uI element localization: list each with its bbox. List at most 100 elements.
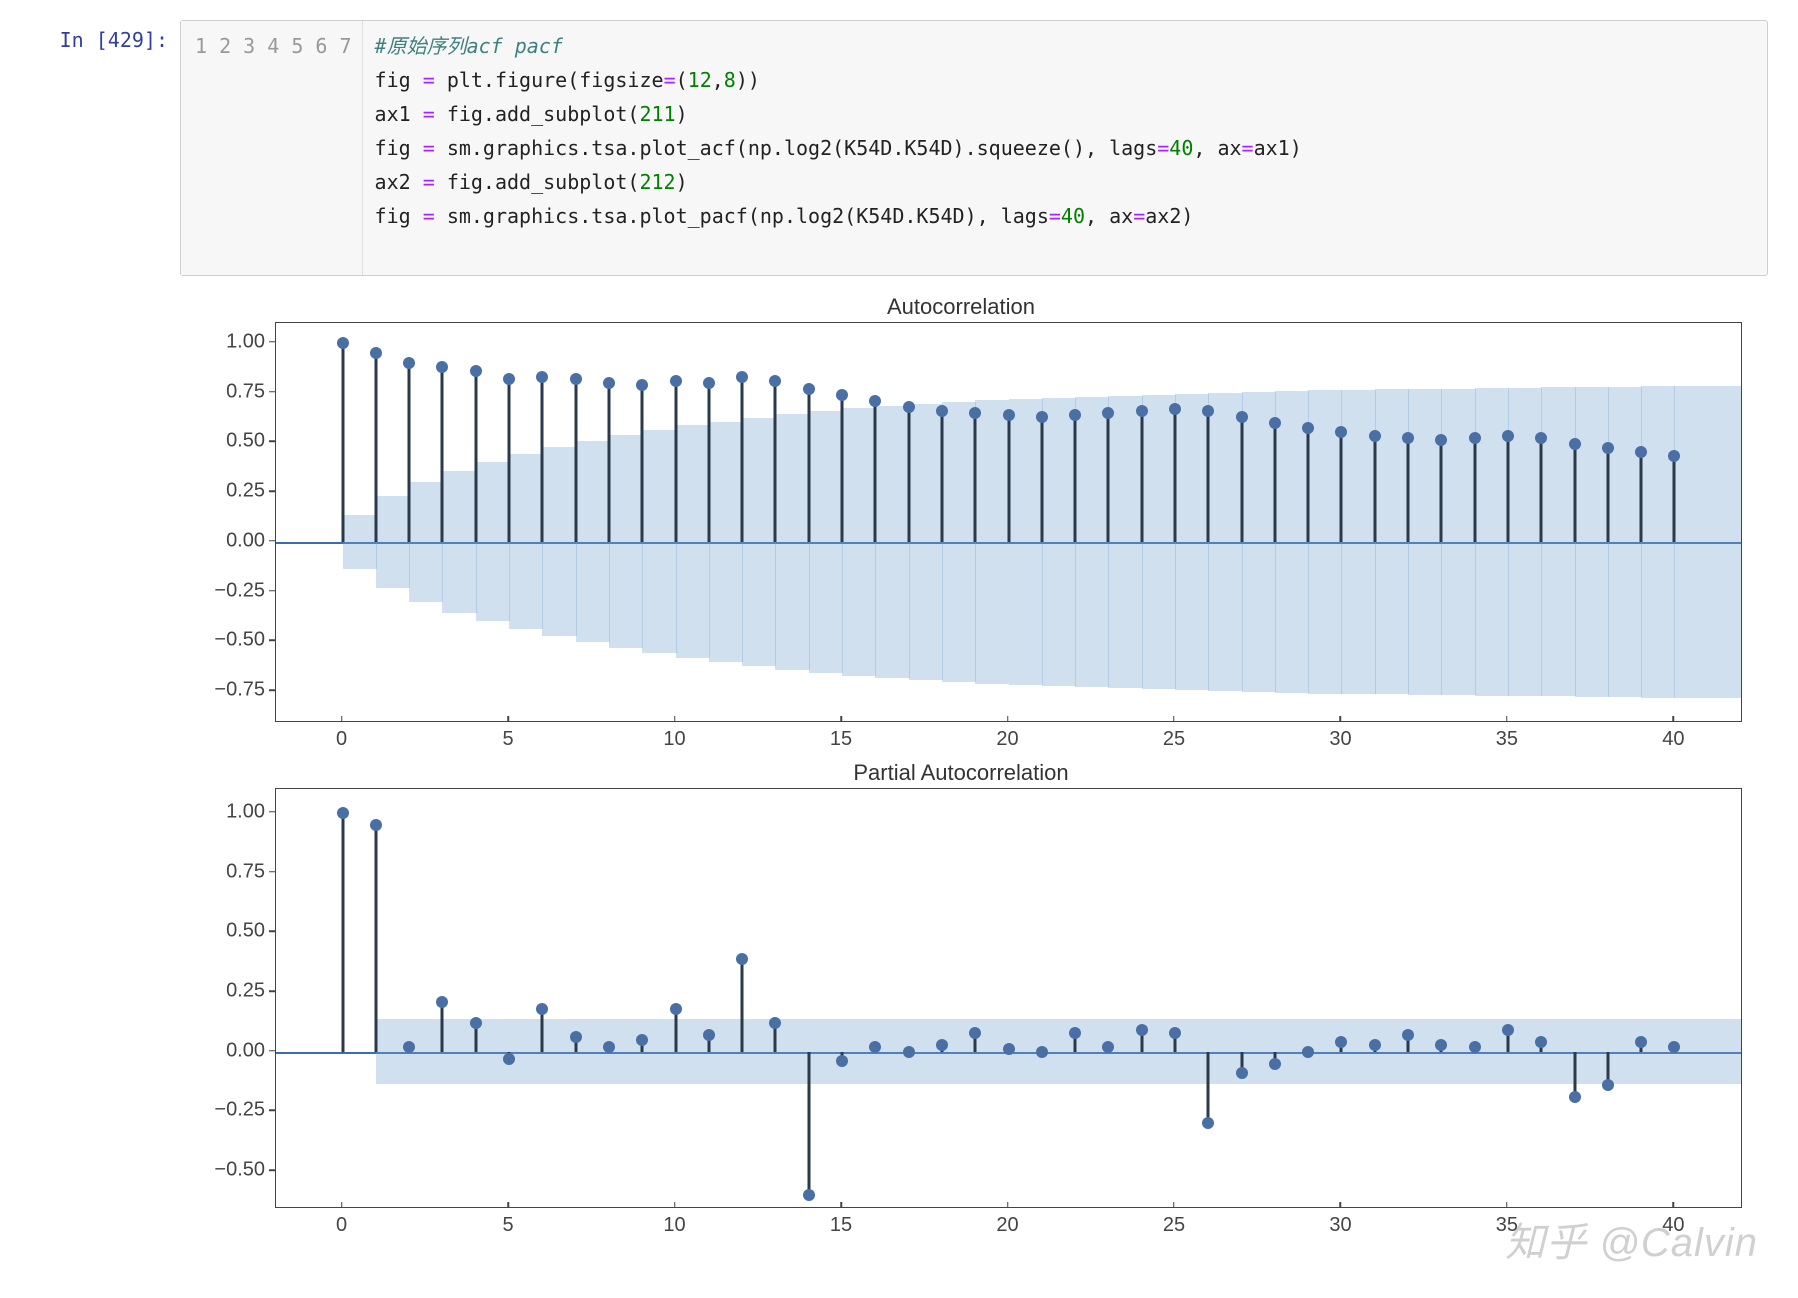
- lag-stem: [607, 383, 610, 542]
- lag-stem: [674, 1009, 677, 1052]
- y-tick-label: 0.75: [226, 380, 265, 403]
- lag-marker: [1269, 417, 1281, 429]
- x-tick-label: 10: [663, 728, 685, 751]
- y-axis: −0.75−0.50−0.250.000.250.500.751.00: [180, 322, 275, 720]
- lag-marker: [1369, 430, 1381, 442]
- lag-marker: [503, 373, 515, 385]
- lag-marker: [1102, 1041, 1114, 1053]
- lag-marker: [370, 819, 382, 831]
- lag-marker: [1602, 1079, 1614, 1091]
- lag-stem: [1273, 423, 1276, 542]
- x-tick-label: 5: [503, 1214, 514, 1237]
- lag-marker: [903, 1046, 915, 1058]
- lag-marker: [1036, 1046, 1048, 1058]
- lag-marker: [1635, 446, 1647, 458]
- lag-marker: [1502, 1024, 1514, 1036]
- lag-marker: [703, 1029, 715, 1041]
- lag-stem: [1107, 413, 1110, 542]
- y-tick-label: −0.75: [214, 679, 265, 702]
- plot-area: [275, 322, 1742, 722]
- x-tick-label: 25: [1163, 728, 1185, 751]
- lag-stem: [408, 363, 411, 542]
- lag-marker: [470, 365, 482, 377]
- lag-marker: [969, 407, 981, 419]
- x-tick-label: 20: [996, 1214, 1018, 1237]
- lag-marker: [769, 375, 781, 387]
- lag-marker: [1668, 1041, 1680, 1053]
- lag-marker: [1003, 1043, 1015, 1055]
- lag-marker: [1569, 438, 1581, 450]
- lag-marker: [536, 371, 548, 383]
- lag-stem: [1506, 436, 1509, 541]
- lag-stem: [874, 401, 877, 542]
- lag-marker: [403, 357, 415, 369]
- x-tick-label: 10: [663, 1214, 685, 1237]
- y-tick-label: 0.75: [226, 860, 265, 883]
- lag-marker: [370, 347, 382, 359]
- lag-marker: [536, 1003, 548, 1015]
- y-tick-label: −0.25: [214, 1099, 265, 1122]
- lag-marker: [337, 807, 349, 819]
- lag-marker: [470, 1017, 482, 1029]
- chart-title: Autocorrelation: [180, 294, 1742, 320]
- plot-area: [275, 788, 1742, 1208]
- lag-stem: [940, 411, 943, 542]
- pacf-chart: Partial Autocorrelation −0.50−0.250.000.…: [180, 760, 1742, 1242]
- y-tick-label: 0.25: [226, 480, 265, 503]
- code-input[interactable]: 1 2 3 4 5 6 7 #原始序列acf pacf fig = plt.fi…: [180, 20, 1768, 276]
- lag-marker: [803, 383, 815, 395]
- y-tick-label: −0.50: [214, 1159, 265, 1182]
- lag-marker: [703, 377, 715, 389]
- lag-marker: [1102, 407, 1114, 419]
- lag-marker: [670, 375, 682, 387]
- lag-stem: [741, 959, 744, 1052]
- lag-stem: [641, 385, 644, 542]
- y-tick-label: 1.00: [226, 800, 265, 823]
- x-tick-label: 20: [996, 728, 1018, 751]
- lag-marker: [1535, 432, 1547, 444]
- lag-marker: [1069, 409, 1081, 421]
- lag-marker: [1136, 1024, 1148, 1036]
- matplotlib-figure: Autocorrelation −0.75−0.50−0.250.000.250…: [180, 294, 1742, 1242]
- lag-stem: [1640, 452, 1643, 542]
- lag-marker: [1635, 1036, 1647, 1048]
- lag-stem: [541, 1009, 544, 1052]
- lag-marker: [603, 377, 615, 389]
- lag-marker: [403, 1041, 415, 1053]
- lag-marker: [636, 379, 648, 391]
- lag-marker: [1169, 403, 1181, 415]
- lag-stem: [774, 381, 777, 542]
- lag-stem: [374, 353, 377, 542]
- notebook-cell: In [429]: 1 2 3 4 5 6 7 #原始序列acf pacf fi…: [30, 20, 1768, 276]
- lag-marker: [1236, 1067, 1248, 1079]
- x-tick-label: 5: [503, 728, 514, 751]
- lag-marker: [769, 1017, 781, 1029]
- lag-stem: [1407, 438, 1410, 541]
- lag-marker: [436, 996, 448, 1008]
- lag-stem: [1440, 440, 1443, 541]
- lag-marker: [1602, 442, 1614, 454]
- x-tick-label: 0: [336, 1214, 347, 1237]
- x-tick-label: 30: [1329, 728, 1351, 751]
- y-tick-label: 0.50: [226, 430, 265, 453]
- x-axis: 0510152025303540: [275, 722, 1742, 756]
- lag-marker: [1469, 1041, 1481, 1053]
- lag-marker: [503, 1053, 515, 1065]
- lag-marker: [1136, 405, 1148, 417]
- lag-marker: [636, 1034, 648, 1046]
- lag-marker: [836, 389, 848, 401]
- lag-stem: [574, 379, 577, 542]
- lag-marker: [1402, 432, 1414, 444]
- line-gutter: 1 2 3 4 5 6 7: [181, 21, 363, 275]
- lag-marker: [936, 405, 948, 417]
- lag-stem: [1606, 448, 1609, 542]
- lag-marker: [936, 1039, 948, 1051]
- lag-stem: [974, 413, 977, 542]
- x-tick-label: 15: [830, 1214, 852, 1237]
- lag-marker: [570, 373, 582, 385]
- lag-stem: [474, 371, 477, 542]
- lag-stem: [1173, 409, 1176, 542]
- lag-stem: [1074, 415, 1077, 542]
- x-tick-label: 25: [1163, 1214, 1185, 1237]
- code-lines[interactable]: #原始序列acf pacf fig = plt.figure(figsize=(…: [363, 21, 1314, 275]
